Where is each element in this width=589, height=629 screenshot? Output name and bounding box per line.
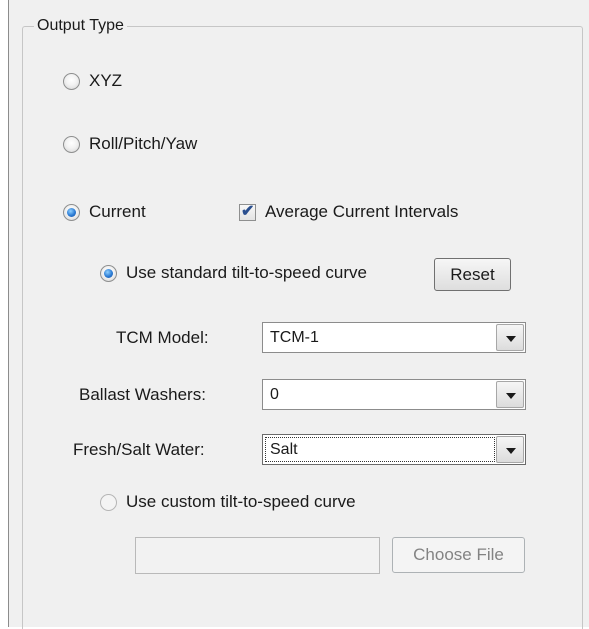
average-current-intervals-checkbox[interactable]: ✔	[239, 203, 256, 221]
standard-curve-radio[interactable]	[100, 265, 117, 282]
ballast-washers-select[interactable]: 0	[262, 379, 526, 410]
standard-curve-label[interactable]: Use standard tilt-to-speed curve	[126, 262, 367, 284]
roll-pitch-yaw-label[interactable]: Roll/Pitch/Yaw	[89, 133, 197, 155]
choose-file-button[interactable]: Choose File	[392, 537, 525, 573]
average-current-intervals-label[interactable]: Average Current Intervals	[265, 201, 458, 223]
reset-button[interactable]: Reset	[434, 258, 511, 291]
group-title: Output Type	[34, 16, 127, 36]
xyz-label[interactable]: XYZ	[89, 70, 122, 92]
water-type-value: Salt	[270, 441, 298, 458]
custom-curve-radio[interactable]	[100, 494, 117, 511]
tcm-model-value: TCM-1	[270, 329, 319, 346]
tcm-model-select[interactable]: TCM-1	[262, 322, 526, 353]
xyz-radio[interactable]	[63, 73, 80, 90]
custom-curve-file-input[interactable]	[135, 537, 380, 574]
focus-ring	[265, 437, 495, 462]
tcm-model-label: TCM Model:	[116, 328, 209, 347]
checkmark-icon: ✔	[241, 203, 255, 220]
roll-pitch-yaw-radio[interactable]	[63, 136, 80, 153]
ballast-washers-value: 0	[270, 386, 279, 403]
chevron-down-icon[interactable]	[496, 436, 524, 463]
water-type-select[interactable]: Salt	[262, 434, 526, 465]
ballast-washers-label: Ballast Washers:	[79, 385, 206, 404]
current-label[interactable]: Current	[89, 201, 146, 223]
output-settings-panel: Output Type XYZ Roll/Pitch/Yaw Current ✔…	[8, 0, 589, 629]
water-type-label: Fresh/Salt Water:	[73, 440, 205, 459]
custom-curve-label[interactable]: Use custom tilt-to-speed curve	[126, 491, 356, 513]
current-radio[interactable]	[63, 204, 80, 221]
chevron-down-icon[interactable]	[496, 324, 524, 351]
chevron-down-icon[interactable]	[496, 381, 524, 408]
